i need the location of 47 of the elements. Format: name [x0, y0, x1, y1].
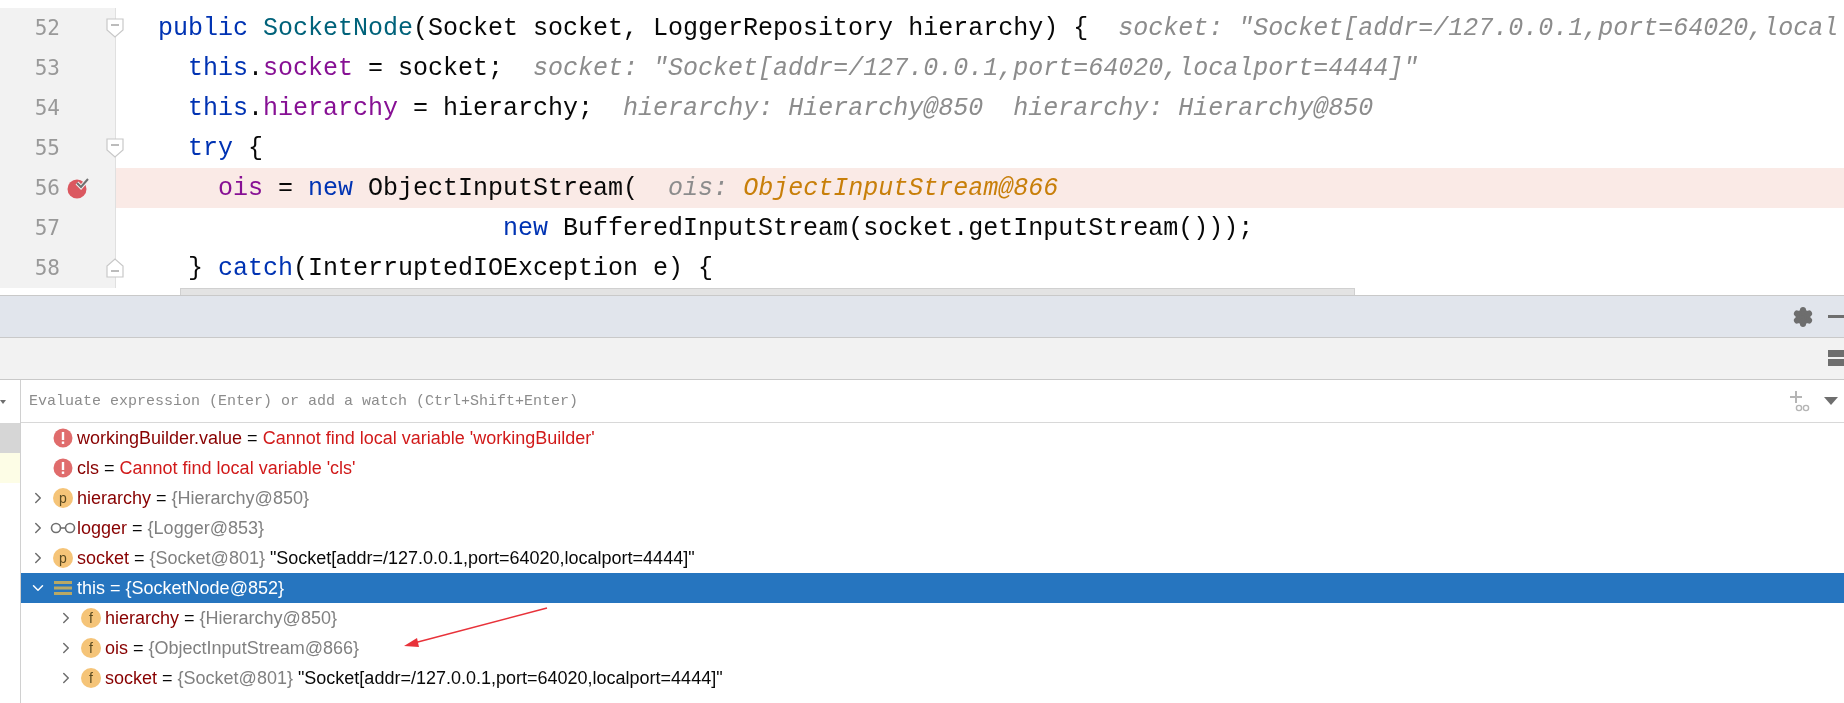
- variable-text: socket = {Socket@801} "Socket[addr=/127.0.0.1,port=64020,localport=4444]": [105, 667, 723, 689]
- variable-text: this = {SocketNode@852}: [77, 577, 284, 599]
- settings-icon[interactable]: [1792, 305, 1814, 328]
- error-icon: [53, 428, 73, 448]
- badge-icon: f: [81, 638, 101, 658]
- code-line: this.hierarchy = hierarchy; hierarchy: Hierarchy@850 hierarchy: Hierarchy@850: [187, 93, 1374, 123]
- line-number: 55: [33, 136, 60, 160]
- badge-icon: p: [53, 488, 73, 508]
- code-line: this.socket = socket; socket: "Socket[addr=/127.0.0.1,port=64020,localport=4444]": [187, 53, 1419, 83]
- dropdown-caret-icon[interactable]: [1824, 396, 1838, 406]
- variable-row[interactable]: workingBuilder.value = Cannot find local variable 'workingBuilder': [21, 423, 1844, 453]
- line-number: 57: [33, 216, 60, 240]
- variable-text: hierarchy = {Hierarchy@850}: [77, 487, 309, 509]
- variable-row[interactable]: p socket = {Socket@801} "Socket[addr=/127.0.0.1,port=64020,localport=4444]": [21, 543, 1844, 573]
- variable-text: socket = {Socket@801} "Socket[addr=/127.0.0.1,port=64020,localport=4444]": [77, 547, 695, 569]
- line-number: 52: [33, 16, 60, 40]
- variable-row[interactable]: this = {SocketNode@852}: [21, 573, 1844, 603]
- line-number: 56: [33, 176, 60, 200]
- stack-icon: [54, 580, 72, 596]
- code-line: try {: [187, 133, 264, 163]
- badge-icon: p: [53, 548, 73, 568]
- variable-row[interactable]: cls = Cannot find local variable 'cls': [21, 453, 1844, 483]
- badge-icon: f: [81, 668, 101, 688]
- line-number: 54: [33, 96, 60, 120]
- horizontal-scrollbar[interactable]: [180, 288, 1355, 295]
- badge-icon: f: [81, 608, 101, 628]
- variable-row[interactable]: f socket = {Socket@801} "Socket[addr=/127.0.0.1,port=64020,localport=4444]": [21, 663, 1844, 693]
- breakpoint-icon[interactable]: [67, 177, 89, 199]
- variable-text: ois = {ObjectInputStream@866}: [105, 637, 359, 659]
- variable-row[interactable]: p hierarchy = {Hierarchy@850}: [21, 483, 1844, 513]
- dropdown-caret-icon[interactable]: [0, 397, 6, 406]
- glasses-icon: [50, 522, 76, 534]
- variable-text: hierarchy = {Hierarchy@850}: [105, 607, 337, 629]
- code-line: new BufferedInputStream(socket.getInputStream()));: [502, 213, 1254, 243]
- code-line: public SocketNode(Socket socket, LoggerRepository hierarchy) { socket: "Socket[addr=/127.0.0.1,port=64020,local: [157, 13, 1839, 43]
- code-line: ois = new ObjectInputStream( ois: ObjectInputStream@866: [217, 173, 1059, 203]
- variable-text: workingBuilder.value = Cannot find local variable 'workingBuilder': [77, 427, 595, 449]
- variable-row[interactable]: f ois = {ObjectInputStream@866}: [21, 633, 1844, 663]
- line-number: 53: [33, 56, 60, 80]
- code-line: } catch(InterruptedIOException e) {: [187, 253, 714, 283]
- variable-row[interactable]: f hierarchy = {Hierarchy@850}: [21, 603, 1844, 633]
- error-icon: [53, 458, 73, 478]
- line-number: 58: [33, 256, 60, 280]
- layout-icon[interactable]: [1828, 349, 1844, 368]
- variable-row[interactable]: logger = {Logger@853}: [21, 513, 1844, 543]
- variable-text: logger = {Logger@853}: [77, 517, 264, 539]
- variable-text: cls = Cannot find local variable 'cls': [77, 457, 356, 479]
